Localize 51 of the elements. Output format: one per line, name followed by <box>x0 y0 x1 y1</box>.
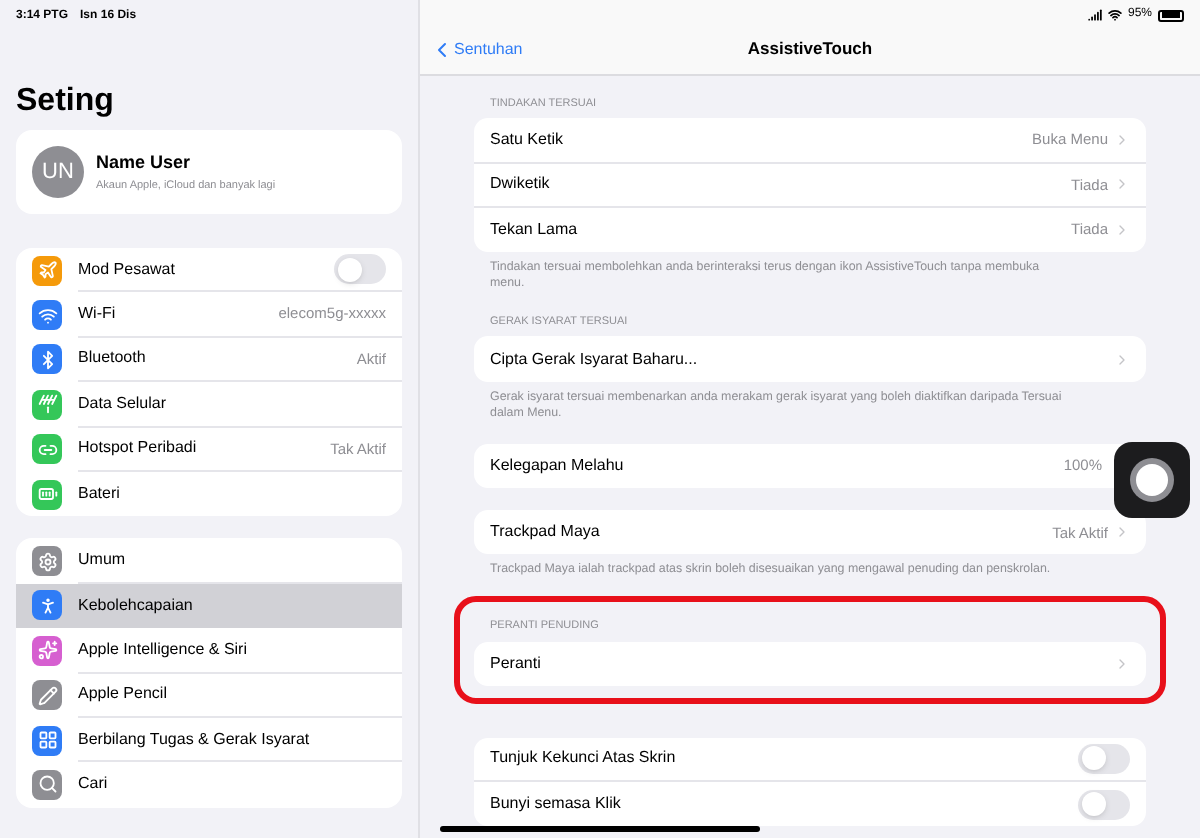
row-label: Cipta Gerak Isyarat Baharu... <box>490 347 700 372</box>
item-label: Kebolehcapaian <box>78 593 195 618</box>
row-label: Peranti <box>490 651 543 676</box>
item-label: Mod Pesawat <box>78 257 177 282</box>
back-button[interactable]: Sentuhan <box>430 37 523 61</box>
sidebar-item[interactable]: Bateri <box>16 471 402 517</box>
toggle-switch[interactable] <box>1078 743 1130 774</box>
chevron-right-icon <box>1114 655 1130 672</box>
sidebar-item[interactable]: Berbilang Tugas & Gerak Isyarat <box>16 717 402 763</box>
chevron-right-icon <box>1114 351 1130 368</box>
row-label: Bunyi semasa Klik <box>490 792 623 817</box>
chevron-right-icon <box>1114 131 1130 148</box>
sidebar-item[interactable]: Mod Pesawat <box>16 248 402 293</box>
item-label: Cari <box>78 772 110 797</box>
row-label: Kelegapan Melahu <box>490 453 626 478</box>
wifi-icon <box>1107 8 1122 22</box>
chevron-right-icon <box>1114 176 1130 193</box>
settings-row[interactable]: Tunjuk Kekunci Atas Skrin <box>474 737 1146 783</box>
item-label: Hotspot Peribadi <box>78 436 199 461</box>
assistivetouch-menu[interactable] <box>1114 442 1190 518</box>
sidebar-item[interactable]: Apple Intelligence & Siri <box>16 628 402 674</box>
nav-title: AssistiveTouch <box>747 36 873 62</box>
toggle-switch[interactable] <box>334 254 386 285</box>
row-label: Tekan Lama <box>490 217 580 242</box>
item-label: Apple Intelligence & Siri <box>78 637 249 662</box>
avatar: UN <box>32 146 84 198</box>
profile-name: Name User <box>96 150 193 177</box>
sidebar-item[interactable]: Kebolehcapaian <box>16 583 402 629</box>
item-label: Umum <box>78 548 128 573</box>
toggle-switch[interactable] <box>1078 789 1130 820</box>
signal-icon <box>1087 8 1102 22</box>
sidebar-item[interactable]: Apple Pencil <box>16 673 402 718</box>
row-label: Satu Ketik <box>490 127 565 152</box>
settings-row[interactable]: Bunyi semasa Klik <box>474 782 1146 827</box>
item-label: Bateri <box>78 482 122 507</box>
sidebar-title: Seting <box>16 82 116 122</box>
row-label: Trackpad Maya <box>490 520 602 545</box>
row-label: Dwiketik <box>490 172 552 197</box>
item-label: Apple Pencil <box>78 682 169 707</box>
item-label: Berbilang Tugas & Gerak Isyarat <box>78 727 312 752</box>
item-label: Bluetooth <box>78 346 148 371</box>
settings-row[interactable]: Cipta Gerak Isyarat Baharu... <box>474 336 1146 382</box>
battery-icon <box>1158 9 1184 21</box>
item-label: Data Selular <box>78 391 169 416</box>
settings-row[interactable]: Peranti <box>474 641 1146 686</box>
item-label: Wi-Fi <box>78 302 118 327</box>
row-label: Tunjuk Kekunci Atas Skrin <box>490 746 678 771</box>
sidebar-item[interactable]: Cari <box>16 762 402 808</box>
sidebar-item[interactable]: Data Selular <box>16 382 402 428</box>
chevron-right-icon <box>1114 524 1130 541</box>
chevron-right-icon <box>1114 221 1130 238</box>
